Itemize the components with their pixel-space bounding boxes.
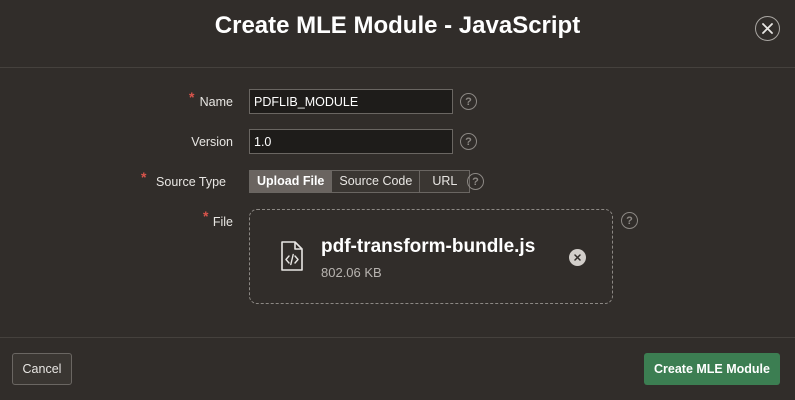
code-file-icon — [281, 241, 303, 271]
file-label: File — [212, 215, 233, 229]
name-label: Name — [199, 95, 233, 109]
source-type-label: Source Type — [156, 175, 226, 189]
close-button[interactable] — [755, 16, 780, 41]
name-input[interactable] — [249, 89, 453, 114]
name-help-icon[interactable]: ? — [460, 93, 477, 110]
file-size: 802.06 KB — [321, 265, 382, 280]
dialog-title: Create MLE Module - JavaScript — [214, 12, 581, 39]
source-type-upload-file[interactable]: Upload File — [250, 171, 333, 192]
remove-file-button[interactable] — [569, 249, 586, 266]
version-input[interactable] — [249, 129, 453, 154]
source-type-toggle: Upload File Source Code URL — [249, 170, 471, 193]
cancel-button[interactable]: Cancel — [12, 353, 72, 385]
footer-divider — [0, 337, 795, 338]
close-icon — [574, 254, 581, 261]
create-mle-module-button[interactable]: Create MLE Module — [644, 353, 780, 385]
version-help-icon[interactable]: ? — [460, 133, 477, 150]
version-label: Version — [191, 135, 233, 149]
source-type-help-icon[interactable]: ? — [467, 173, 484, 190]
dialog-header: Create MLE Module - JavaScript — [0, 0, 795, 68]
close-icon — [762, 23, 773, 34]
source-type-source-code[interactable]: Source Code — [332, 171, 421, 192]
file-dropzone[interactable]: pdf-transform-bundle.js 802.06 KB — [249, 209, 613, 304]
file-help-icon[interactable]: ? — [621, 212, 638, 229]
source-type-url[interactable]: URL — [420, 171, 470, 192]
file-name: pdf-transform-bundle.js — [321, 236, 536, 257]
